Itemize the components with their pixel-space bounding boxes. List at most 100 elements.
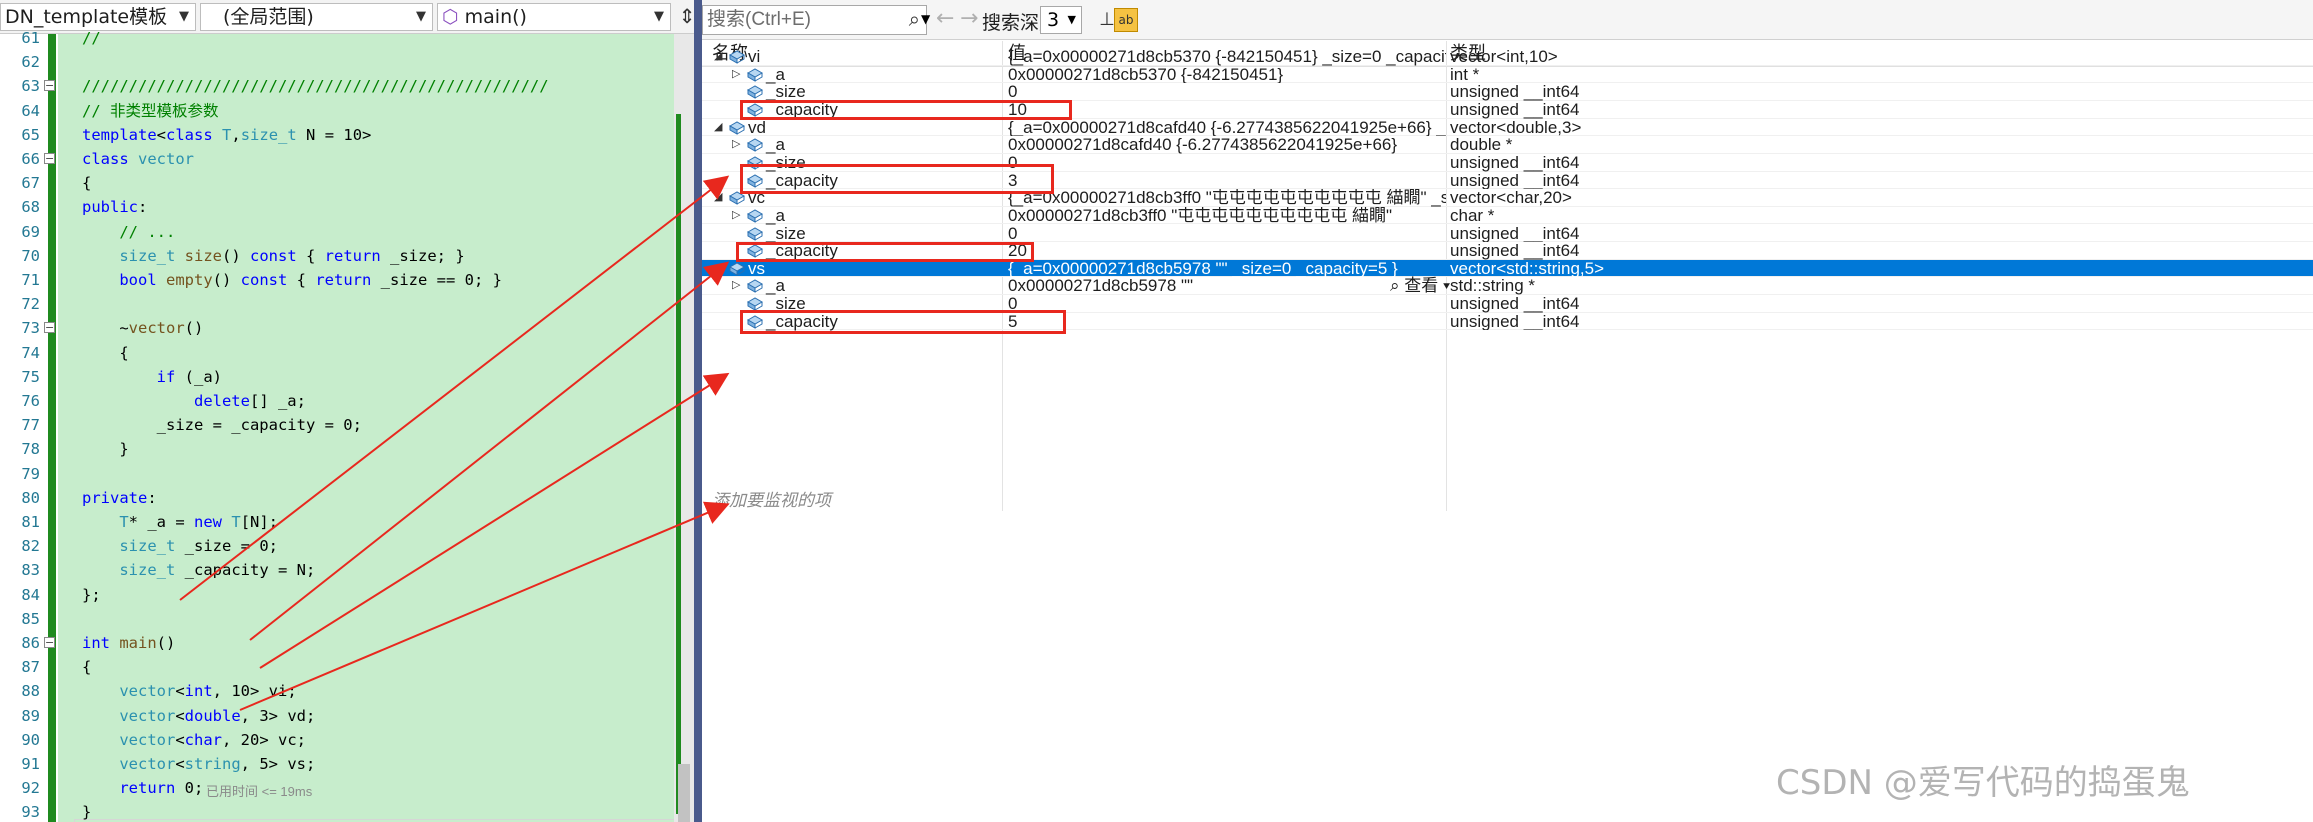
watch-row-vs[interactable]: ◢ vs {_a=0x00000271d8cb5978 "" _size=0 _ca… — [702, 260, 2313, 278]
line-number: 66 — [21, 150, 40, 168]
collapsed-triangle-icon[interactable]: ▷ — [732, 207, 740, 225]
watch-row-vd[interactable]: ◢ vd {_a=0x00000271d8cafd40 {-6.2774385622… — [702, 117, 2313, 137]
object-icon — [728, 120, 748, 135]
collapsed-triangle-icon[interactable]: ▷ — [732, 66, 740, 84]
line-number: 87 — [21, 658, 40, 677]
watch-value[interactable]: 0 — [1008, 154, 1446, 172]
watch-value[interactable]: 0x00000271d8cb5978 "" — [1008, 277, 1446, 295]
watch-name: vd — [748, 117, 766, 137]
watch-name: _a — [766, 205, 785, 225]
watch-row-size[interactable]: _size 0 unsigned __int64 — [702, 223, 2313, 243]
line-number: 86 — [21, 634, 40, 652]
watch-value[interactable]: 10 — [1008, 101, 1446, 119]
collapsed-triangle-icon[interactable]: ▷ — [732, 136, 740, 154]
watch-value[interactable]: {_a=0x00000271d8cb5978 "" _size=0 _capac… — [1008, 260, 1446, 278]
search-dropdown-icon[interactable]: ▼ — [921, 12, 930, 26]
cube-icon: ⬡ — [442, 6, 465, 28]
field-icon — [746, 84, 766, 100]
watch-type: double * — [1450, 136, 1513, 154]
fold-toggle-icon[interactable]: − — [44, 80, 55, 92]
watch-type: unsigned __int64 — [1450, 100, 1580, 119]
line-number: 91 — [21, 755, 40, 773]
annotation-box-vi-capacity — [740, 100, 1072, 120]
watch-name: _a — [766, 276, 785, 296]
pane-splitter[interactable] — [694, 0, 702, 822]
watch-name: _a — [766, 135, 785, 155]
line-number: 63 — [21, 77, 40, 96]
editor-scrollbar[interactable] — [674, 34, 694, 822]
watch-value[interactable]: 0x00000271d8cb5370 {-842150451} — [1008, 66, 1446, 84]
watch-type: char * — [1450, 206, 1495, 225]
watch-row-size[interactable]: _size 0 unsigned __int64 — [702, 83, 2313, 101]
watch-type: unsigned __int64 — [1450, 83, 1580, 101]
watch-value[interactable]: 3 — [1008, 172, 1446, 190]
watch-row-vi[interactable]: ◢ vi {_a=0x00000271d8cb5370 {-842150451} _… — [702, 48, 2313, 66]
watch-value[interactable]: 20 — [1008, 242, 1446, 260]
expanded-triangle-icon[interactable]: ◢ — [714, 48, 722, 66]
watch-value[interactable]: {_a=0x00000271d8cb3ff0 "屯屯屯屯屯屯屯屯屯屯 緢瞯" _… — [1008, 189, 1446, 207]
add-watch-item[interactable]: 添加要监视的项 — [712, 486, 831, 511]
watch-type: std::string * — [1450, 277, 1536, 296]
watch-value[interactable]: {_a=0x00000271d8cb5370 {-842150451} _siz… — [1008, 48, 1446, 66]
watch-name: _a — [766, 64, 785, 84]
watermark: CSDN @爱写代码的捣蛋鬼 — [1776, 763, 2190, 803]
line-number: 62 — [21, 53, 40, 72]
watch-value[interactable]: {_a=0x00000271d8cafd40 {-6.2774385622041… — [1008, 119, 1446, 137]
fold-toggle-icon[interactable]: − — [44, 322, 55, 334]
forward-arrow-icon[interactable]: → — [960, 6, 978, 31]
expanded-triangle-icon[interactable]: ◢ — [714, 260, 722, 278]
annotation-box-vd-capacity — [740, 164, 1054, 194]
visualizer-button[interactable]: ⌕ 查看 ▾ — [1390, 277, 1450, 295]
line-number: 80 — [21, 488, 40, 507]
line-number: 73 — [21, 319, 40, 338]
watch-value[interactable]: 0x00000271d8cafd40 {-6.2774385622041925e… — [1008, 136, 1446, 154]
watch-row-a[interactable]: ▷ _a 0x00000271d8cb5370 {-842150451} int * — [702, 64, 2313, 84]
annotation-box-vc-capacity — [736, 242, 1034, 262]
watch-type: unsigned __int64 — [1450, 312, 1580, 331]
line-number: 92 — [21, 779, 40, 798]
watch-name: vs — [748, 258, 765, 278]
line-number: 76 — [21, 392, 40, 410]
line-number: 90 — [21, 730, 40, 749]
search-icon[interactable]: ⌕ — [909, 6, 920, 34]
line-number: 89 — [21, 706, 40, 725]
line-number: 67 — [21, 174, 40, 193]
search-input[interactable]: 搜索(Ctrl+E) ⌕ — [702, 5, 927, 35]
object-icon — [728, 261, 748, 276]
line-number: 72 — [21, 295, 40, 314]
watch-value[interactable]: 0 — [1008, 83, 1446, 101]
watch-row-a[interactable]: ▷ _a 0x00000271d8cafd40 {-6.27743856220419… — [702, 136, 2313, 154]
watch-row-a[interactable]: ▷ _a 0x00000271d8cb5978 "" ⌕ 查看 ▾ std::strin… — [702, 276, 2313, 296]
elapsed-time-hint: 已用时间 <= 19ms — [206, 784, 313, 800]
line-number: 81 — [21, 513, 40, 531]
expanded-triangle-icon[interactable]: ◢ — [714, 119, 722, 137]
line-number: 82 — [21, 537, 40, 556]
chevron-down-icon: ▼ — [1067, 13, 1076, 26]
scrollbar-thumb[interactable] — [678, 764, 690, 822]
expanded-triangle-icon[interactable]: ◢ — [714, 189, 722, 207]
line-number: 69 — [21, 222, 40, 241]
line-number: 83 — [21, 561, 40, 580]
back-arrow-icon[interactable]: ← — [936, 6, 954, 31]
field-icon — [746, 137, 766, 153]
watch-value[interactable]: 0 — [1008, 295, 1446, 313]
watch-type: unsigned __int64 — [1450, 171, 1580, 190]
field-icon — [746, 67, 766, 82]
search-depth-select[interactable]: 3 ▼ — [1040, 6, 1082, 34]
line-number: 93 — [21, 803, 40, 822]
watch-value[interactable]: 0 — [1008, 225, 1446, 243]
watch-value[interactable]: 0x00000271d8cb3ff0 "屯屯屯屯屯屯屯屯屯屯 緢瞯" — [1008, 207, 1446, 225]
watch-row-a[interactable]: ▷ _a 0x00000271d8cb3ff0 "屯屯屯屯屯屯屯屯屯屯 緢瞯" cha… — [702, 207, 2313, 225]
watch-name: _size — [766, 223, 806, 243]
collapsed-triangle-icon[interactable]: ▷ — [732, 277, 740, 295]
watch-type: unsigned __int64 — [1450, 295, 1580, 313]
watch-type: vector<int,10> — [1450, 48, 1558, 66]
object-icon — [728, 49, 748, 64]
hex-display-icon[interactable]: ab — [1114, 8, 1138, 32]
watch-value[interactable]: 5 — [1008, 313, 1446, 331]
fold-toggle-icon[interactable]: − — [44, 637, 55, 648]
watch-type: vector<double,3> — [1450, 118, 1582, 137]
watch-type: int * — [1450, 65, 1480, 84]
watch-toolbar: 搜索(Ctrl+E) ⌕ ▼ ← → 搜索深度: 3 ▼ ⊥ ab — [702, 0, 2313, 40]
fold-toggle-icon[interactable]: − — [44, 153, 55, 164]
